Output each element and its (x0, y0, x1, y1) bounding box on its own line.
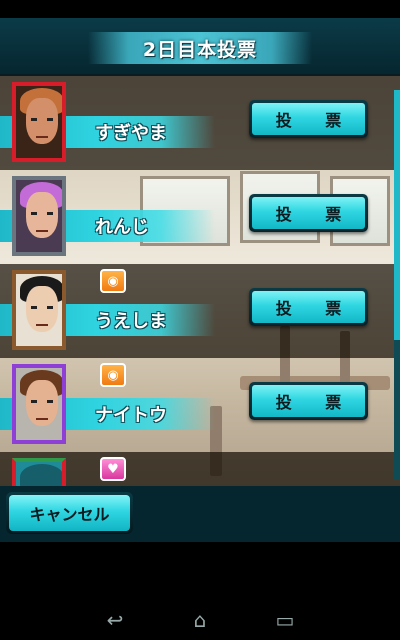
vote-button[interactable]: 投 票 (249, 194, 368, 232)
vote-button-label: 投 票 (275, 111, 356, 130)
vote-button-label: 投 票 (275, 393, 356, 412)
candidate-name: すぎやま (95, 123, 167, 144)
candidate-name: うえしま (95, 311, 167, 332)
cancel-button-label: キャンセル (29, 505, 110, 524)
home-icon[interactable]: ⌂ (185, 610, 215, 630)
avatar (12, 458, 66, 486)
candidate-row: すぎやま 投 票 (0, 76, 400, 170)
header: 2日目本投票 (0, 18, 400, 76)
vote-button[interactable]: 投 票 (249, 288, 368, 326)
candidate-list[interactable]: すぎやま 投 票 れんじ 投 票 ◉ うえしま 投 票 ◉ ナイトウ 投 票 ♥ (0, 76, 400, 486)
avatar (12, 364, 66, 444)
candidate-name: れんじ (95, 217, 149, 238)
avatar (12, 270, 66, 350)
heart-icon: ♥ (100, 457, 126, 481)
footer: キャンセル (0, 486, 400, 542)
cancel-button[interactable]: キャンセル (6, 492, 133, 534)
candidate-row: ◉ うえしま 投 票 (0, 264, 400, 358)
vote-button-label: 投 票 (275, 205, 356, 224)
recents-icon[interactable]: ▭ (270, 610, 300, 630)
eye-icon: ◉ (100, 363, 126, 387)
system-navbar: ↩ ⌂ ▭ (0, 598, 400, 640)
vote-button[interactable]: 投 票 (249, 382, 368, 420)
status-bar (0, 0, 400, 18)
scrollbar-thumb[interactable] (394, 90, 400, 340)
candidate-name: ナイトウ (95, 405, 167, 426)
title-plate: 2日目本投票 (88, 32, 312, 64)
avatar (12, 82, 66, 162)
eye-icon: ◉ (100, 269, 126, 293)
vote-button-label: 投 票 (275, 299, 356, 318)
avatar (12, 176, 66, 256)
candidate-row: ♥ (0, 452, 400, 486)
back-icon[interactable]: ↩ (100, 610, 130, 630)
candidate-row: れんじ 投 票 (0, 170, 400, 264)
candidate-row: ◉ ナイトウ 投 票 (0, 358, 400, 452)
page-title: 2日目本投票 (142, 38, 258, 61)
vote-button[interactable]: 投 票 (249, 100, 368, 138)
